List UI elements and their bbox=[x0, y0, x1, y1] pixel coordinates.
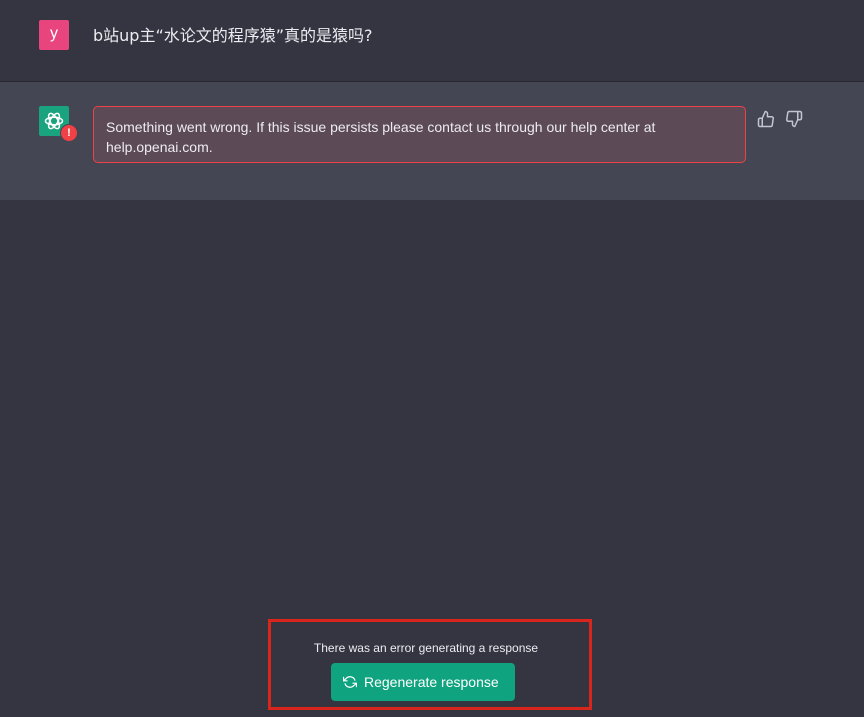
thumbs-down-icon bbox=[786, 110, 803, 128]
error-message-box: Something went wrong. If this issue pers… bbox=[93, 106, 746, 163]
regenerate-response-button[interactable]: Regenerate response bbox=[331, 663, 515, 701]
thumbs-up-button[interactable] bbox=[757, 110, 775, 128]
refresh-icon bbox=[343, 676, 357, 688]
thumbs-down-button[interactable] bbox=[785, 110, 803, 128]
error-panel: There was an error generating a response… bbox=[268, 619, 592, 710]
thumbs-up-icon bbox=[757, 110, 774, 128]
error-badge: ! bbox=[60, 124, 78, 142]
user-avatar: y bbox=[39, 20, 69, 50]
chat-page: y b站up主“水论文的程序猿”真的是猿吗? ! Something went … bbox=[0, 0, 864, 717]
error-generating-message: There was an error generating a response bbox=[313, 641, 539, 655]
error-message-text: Something went wrong. If this issue pers… bbox=[106, 119, 656, 155]
regenerate-response-label: Regenerate response bbox=[364, 674, 499, 690]
user-message-text: b站up主“水论文的程序猿”真的是猿吗? bbox=[93, 26, 373, 45]
user-message-row: y b站up主“水论文的程序猿”真的是猿吗? bbox=[0, 0, 864, 82]
assistant-message-row: ! Something went wrong. If this issue pe… bbox=[0, 82, 864, 200]
